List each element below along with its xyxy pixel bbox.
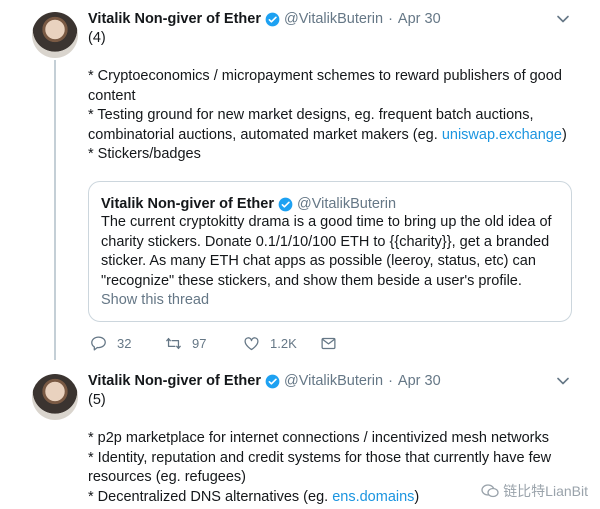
tweet-line: * p2p marketplace for internet connectio… (88, 430, 550, 446)
timestamp[interactable]: Apr 30 (398, 372, 441, 390)
direct-message-button[interactable] (320, 335, 347, 352)
tweet-actions: 32 97 1.2K (88, 335, 388, 355)
watermark: 链比特LianBit (481, 481, 588, 501)
tweet-header: Vitalik Non-giver of Ether @VitalikButer… (88, 10, 441, 28)
quote-display-name: Vitalik Non-giver of Ether (101, 196, 274, 212)
tweet-line-text: * Decentralized DNS alternatives (eg. (88, 488, 333, 505)
separator-dot: · (388, 11, 393, 27)
thread-connector-line (54, 60, 56, 360)
ens-domains-link[interactable]: ens.domains (332, 489, 414, 505)
retweet-count: 97 (192, 336, 207, 351)
tweet-line-text: ) (414, 488, 420, 505)
display-name[interactable]: Vitalik Non-giver of Ether (88, 372, 261, 390)
tweet-line: * Cryptoeconomics / micropayment schemes… (88, 68, 562, 104)
tweet-line: * Stickers/badges (88, 146, 201, 162)
verified-badge-icon (265, 374, 280, 388)
reply-count: 32 (117, 336, 132, 351)
handle[interactable]: @VitalikButerin (284, 10, 383, 28)
chevron-down-icon[interactable] (556, 374, 570, 388)
tweet-number: (4) (88, 30, 106, 46)
quote-header: Vitalik Non-giver of Ether @VitalikButer… (101, 195, 396, 213)
direct-message-icon (321, 337, 336, 350)
like-icon (244, 337, 259, 351)
verified-badge-icon (278, 197, 293, 211)
retweet-icon (166, 337, 181, 350)
show-thread-link[interactable]: Show this thread (101, 292, 209, 308)
chevron-down-icon[interactable] (556, 12, 570, 26)
watermark-text: 链比特LianBit (503, 483, 588, 499)
display-name[interactable]: Vitalik Non-giver of Ether (88, 10, 261, 28)
avatar[interactable] (32, 374, 78, 420)
tweet-line: * Testing ground for new market designs,… (88, 106, 568, 145)
wechat-icon (481, 484, 499, 498)
like-button[interactable]: 1.2K (243, 335, 297, 352)
tweet-body: * Cryptoeconomics / micropayment schemes… (88, 67, 568, 165)
tweet-line-text: ) (561, 126, 567, 143)
tweet-number: (5) (88, 392, 106, 408)
verified-badge-icon (265, 12, 280, 26)
quoted-tweet[interactable]: Vitalik Non-giver of Ether @VitalikButer… (88, 181, 572, 322)
retweet-button[interactable]: 97 (165, 335, 206, 352)
avatar[interactable] (32, 12, 78, 58)
reply-button[interactable]: 32 (90, 335, 131, 352)
handle[interactable]: @VitalikButerin (284, 372, 383, 390)
quote-handle: @VitalikButerin (296, 196, 397, 212)
separator-dot: · (388, 373, 393, 389)
reply-icon (91, 336, 106, 351)
timestamp[interactable]: Apr 30 (398, 10, 441, 28)
like-count: 1.2K (270, 336, 297, 351)
uniswap-link[interactable]: uniswap.exchange (442, 127, 562, 143)
quote-text: The current cryptokitty drama is a good … (101, 214, 552, 289)
tweet-header: Vitalik Non-giver of Ether @VitalikButer… (88, 372, 441, 390)
